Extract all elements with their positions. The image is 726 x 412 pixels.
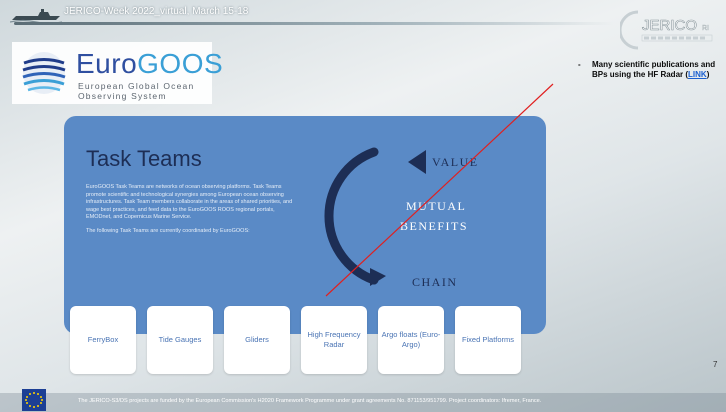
note-link[interactable]: LINK xyxy=(688,70,707,79)
slide: JERICO-Week 2022_virtual, March 15-18 JE… xyxy=(0,0,726,412)
eurogoos-name: EuroGOOS xyxy=(76,48,223,80)
header-title: JERICO-Week 2022_virtual, March 15-18 xyxy=(64,6,249,17)
card-ferrybox: FerryBox xyxy=(70,306,136,374)
cycle-mutual: MUTUAL xyxy=(406,199,466,213)
card-fixed-platforms: Fixed Platforms xyxy=(455,306,521,374)
cycle-chain: CHAIN xyxy=(412,275,458,289)
panel-paragraph-2: The following Task Teams are currently c… xyxy=(86,227,250,234)
task-teams-panel: Task Teams EuroGOOS Task Teams are netwo… xyxy=(64,116,546,334)
card-tide-gauges: Tide Gauges xyxy=(147,306,213,374)
eurogoos-waves-icon xyxy=(22,52,66,94)
eurogoos-name-goos: GOOS xyxy=(137,48,224,79)
cycle-arrows-icon: VALUE MUTUAL BENEFITS CHAIN xyxy=(324,147,479,289)
hf-radar-note: - Many scientific publications and BPs u… xyxy=(578,60,717,79)
page-number: 7 xyxy=(713,360,718,369)
eurogoos-name-euro: Euro xyxy=(76,48,138,79)
note-bullet: - xyxy=(578,60,581,69)
jerico-logo-icon: JERICO RI xyxy=(620,10,713,50)
card-argo-floats: Argo floats (Euro-Argo) xyxy=(378,306,444,374)
header-rule xyxy=(14,22,614,25)
svg-text:JERICO: JERICO xyxy=(642,17,697,34)
svg-text:RI: RI xyxy=(702,25,709,32)
panel-paragraph-1: EuroGOOS Task Teams are networks of ocea… xyxy=(86,184,293,221)
eu-flag-icon xyxy=(22,389,46,411)
eurogoos-subtitle: European Global Ocean Observing System xyxy=(78,81,195,101)
cycle-benefits: BENEFITS xyxy=(400,219,468,233)
card-gliders: Gliders xyxy=(224,306,290,374)
footer-text: The JERICO-S3/DS projects are funded by … xyxy=(78,398,542,404)
note-close: ) xyxy=(706,69,710,79)
footer-bar: The JERICO-S3/DS projects are funded by … xyxy=(0,393,726,412)
panel-description: EuroGOOS Task Teams are networks of ocea… xyxy=(86,184,296,242)
cycle-value: VALUE xyxy=(432,155,479,169)
card-hf-radar: High Frequency Radar xyxy=(301,306,367,374)
task-team-cards: FerryBox Tide Gauges Gliders High Freque… xyxy=(70,306,540,376)
panel-title: Task Teams xyxy=(86,146,202,171)
header-bar: JERICO-Week 2022_virtual, March 15-18 xyxy=(0,0,726,30)
eurogoos-logo: EuroGOOS European Global Ocean Observing… xyxy=(12,42,223,104)
